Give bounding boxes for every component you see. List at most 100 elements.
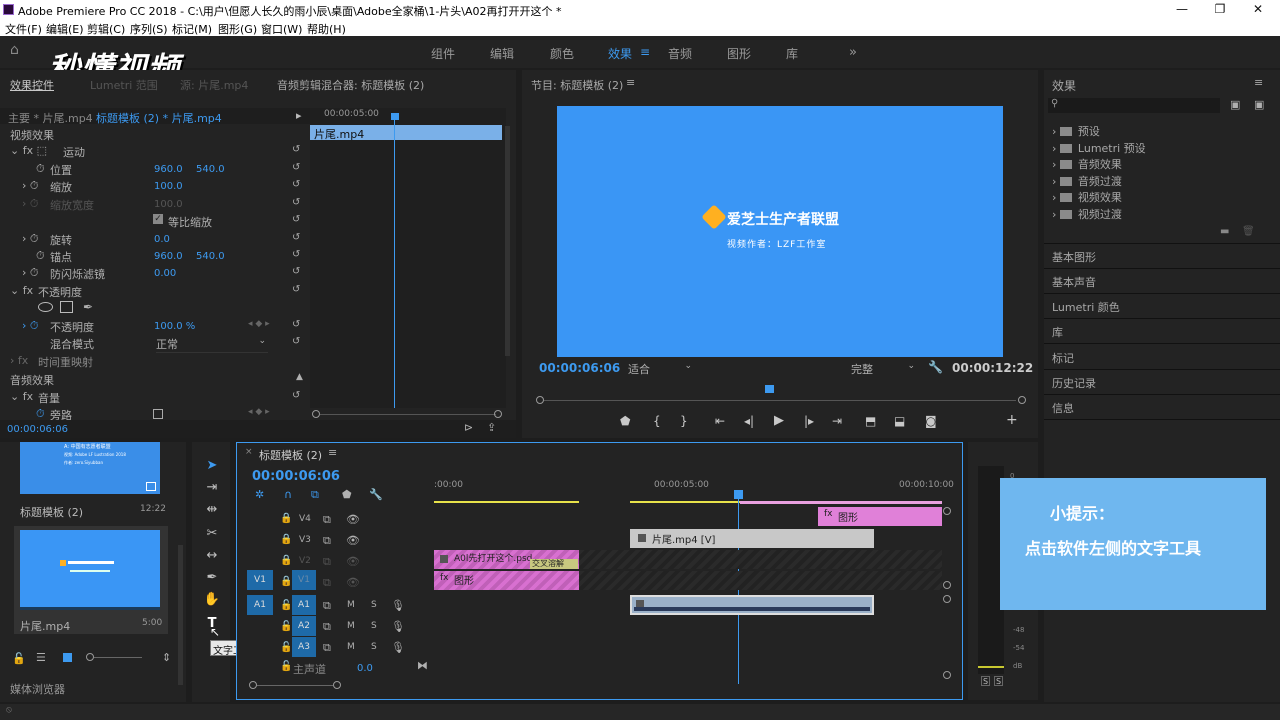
uniform-scale-checkbox[interactable]: ✓ (153, 214, 163, 224)
zoom-handle[interactable] (333, 681, 341, 689)
source-patch-a1[interactable]: A1 (247, 595, 273, 615)
lock-icon[interactable]: 🔓 (280, 600, 292, 611)
workspace-assembly[interactable]: 组件 (431, 45, 455, 62)
pen-tool-icon[interactable]: ✒ (203, 570, 221, 586)
effects-folder-audio-effects[interactable]: › 音频效果 (1052, 156, 1122, 172)
export-icon[interactable]: ⇪ (487, 421, 496, 434)
workspace-audio[interactable]: 音频 (668, 45, 692, 62)
sync-lock-icon[interactable]: ⧉ (323, 641, 331, 655)
reset-icon[interactable]: ↺ (292, 284, 303, 295)
track-label-v1[interactable]: V1 (292, 570, 316, 590)
timeline-playhead[interactable] (738, 499, 739, 684)
tab-lumetri-scopes[interactable]: Lumetri 范围 (90, 77, 158, 93)
new-preset-bin-icon[interactable]: ▣ (1230, 98, 1240, 111)
lock-icon[interactable]: 🔓 (12, 652, 26, 665)
pen-mask-icon[interactable]: ✒ (83, 300, 93, 314)
sync-lock-icon[interactable]: ⧉ (323, 620, 331, 634)
effects-folder-audio-transitions[interactable]: › 音频过渡 (1052, 173, 1122, 189)
export-frame-icon[interactable]: ◙ (925, 414, 937, 428)
reset-icon[interactable]: ↺ (292, 144, 303, 155)
solo-button[interactable]: S (994, 676, 1003, 686)
panel-menu-icon[interactable]: ≡ (626, 76, 635, 89)
menu-window[interactable]: 窗口(W) (261, 21, 302, 37)
ec-mini-timeline[interactable]: 00:00:05:00 片尾.mp4 (310, 108, 506, 408)
program-video-frame[interactable]: 爱芝士生产者联盟 视频作者：LZF工作室 (557, 106, 1003, 357)
reset-icon[interactable]: ↺ (292, 179, 303, 190)
track-label-a1[interactable]: A1 (292, 595, 316, 615)
reset-icon[interactable]: ↺ (292, 266, 303, 277)
reset-icon[interactable]: ↺ (292, 319, 303, 330)
effects-folder-lumetri[interactable]: › Lumetri 预设 (1052, 140, 1146, 156)
history-tab[interactable]: 历史记录 (1052, 375, 1096, 391)
libraries-tab[interactable]: 库 (1052, 324, 1063, 340)
mark-out-icon[interactable]: } (680, 414, 688, 428)
hand-tool-icon[interactable]: ✋ (203, 592, 221, 608)
wrench-icon[interactable]: 🔧 (928, 360, 943, 374)
lock-icon[interactable]: 🔒 (280, 534, 292, 545)
scrub-end-handle[interactable] (1018, 396, 1026, 404)
selection-tool-icon[interactable]: ➤ (203, 458, 221, 474)
mute-button[interactable]: M (347, 642, 355, 652)
ec-clip-bar[interactable]: 片尾.mp4 (310, 125, 502, 141)
lock-icon[interactable]: 🔒 (280, 576, 292, 587)
add-marker-icon[interactable]: ⬟ (342, 488, 352, 501)
ec-zoom-bar[interactable] (310, 410, 506, 418)
extract-icon[interactable]: ⬓ (894, 414, 905, 428)
anchor-y[interactable]: 540.0 (196, 251, 225, 262)
rectangle-mask-icon[interactable] (60, 301, 73, 313)
lumetri-color-tab[interactable]: Lumetri 颜色 (1052, 299, 1120, 315)
list-view-icon[interactable]: ☰ (36, 651, 46, 664)
trash-icon[interactable]: 🗑 (1242, 226, 1255, 237)
ellipse-mask-icon[interactable] (38, 302, 53, 312)
go-to-end-icon[interactable]: ⧓ (417, 659, 428, 672)
essential-sound-tab[interactable]: 基本声音 (1052, 274, 1096, 290)
zoom-handle[interactable] (312, 410, 320, 418)
program-timecode[interactable]: 00:00:06:06 (539, 361, 620, 375)
add-marker-icon[interactable]: ⬟ (620, 414, 630, 428)
blend-mode-select[interactable]: 正常 ⌄ (156, 336, 268, 353)
keyframe-nav-icon[interactable]: ◂ ◆ ▸ (248, 319, 270, 329)
new-folder-icon[interactable]: ▬ (1220, 226, 1229, 237)
ec-scrollbar[interactable] (505, 126, 510, 356)
transition-cross-dissolve[interactable]: 交叉溶解 (530, 559, 578, 569)
flicker-expand[interactable]: › ⏱ (22, 266, 38, 280)
reset-icon[interactable]: ↺ (292, 197, 303, 208)
clip-v4-graphic[interactable]: fx 图形 (818, 507, 942, 526)
reset-icon[interactable]: ↺ (292, 249, 303, 260)
eye-icon[interactable]: 👁 (346, 555, 360, 568)
razor-tool-icon[interactable]: ✂ (203, 526, 221, 542)
nest-icon[interactable]: ✲ (255, 488, 264, 501)
lock-icon[interactable]: 🔒 (280, 555, 292, 566)
close-tab-icon[interactable]: × (245, 447, 253, 457)
keyframe-nav-icon[interactable]: ◂ ◆ ▸ (248, 407, 270, 417)
icon-view-icon[interactable] (63, 653, 72, 662)
zoom-slider-handle[interactable] (86, 653, 94, 661)
clip-v1-graphic[interactable]: fx 图形 (434, 571, 579, 590)
media-browser-tab[interactable]: 媒体浏览器 (10, 681, 65, 697)
rotation-value[interactable]: 0.0 (154, 234, 170, 245)
go-to-out-icon[interactable]: ⇥ (832, 414, 842, 428)
solo-button[interactable]: S (371, 621, 377, 631)
master-clip-label[interactable]: 主要 * 片尾.mp4 (8, 110, 93, 126)
reset-icon[interactable]: ↺ (292, 336, 303, 347)
fx-opacity-expand[interactable]: ⌄ fx (10, 284, 33, 297)
effects-folder-video-transitions[interactable]: › 视频过渡 (1052, 206, 1122, 222)
mute-button[interactable]: M (347, 621, 355, 631)
scroll-handle[interactable] (943, 507, 951, 515)
stopwatch-icon[interactable]: ⏱ (36, 407, 45, 421)
opacity-expand[interactable]: › ⏱ (22, 319, 38, 333)
sort-icon[interactable]: ⇕ (162, 651, 171, 664)
flicker-value[interactable]: 0.00 (154, 268, 176, 279)
workspace-color[interactable]: 颜色 (550, 45, 574, 62)
mute-button[interactable]: M (347, 600, 355, 610)
ec-playhead[interactable] (394, 116, 395, 408)
project-scrollbar[interactable] (178, 545, 183, 685)
clip-a1-audio[interactable] (630, 595, 874, 615)
minimize-icon[interactable]: — (1172, 2, 1192, 18)
timeline-title[interactable]: 标题模板 (2) (259, 447, 322, 463)
reset-icon[interactable]: ↺ (292, 162, 303, 173)
maximize-icon[interactable]: ❐ (1210, 2, 1230, 18)
reset-icon[interactable]: ↺ (292, 232, 303, 243)
project-thumb-clip[interactable] (20, 530, 160, 610)
source-patch-v1[interactable]: V1 (247, 570, 273, 590)
